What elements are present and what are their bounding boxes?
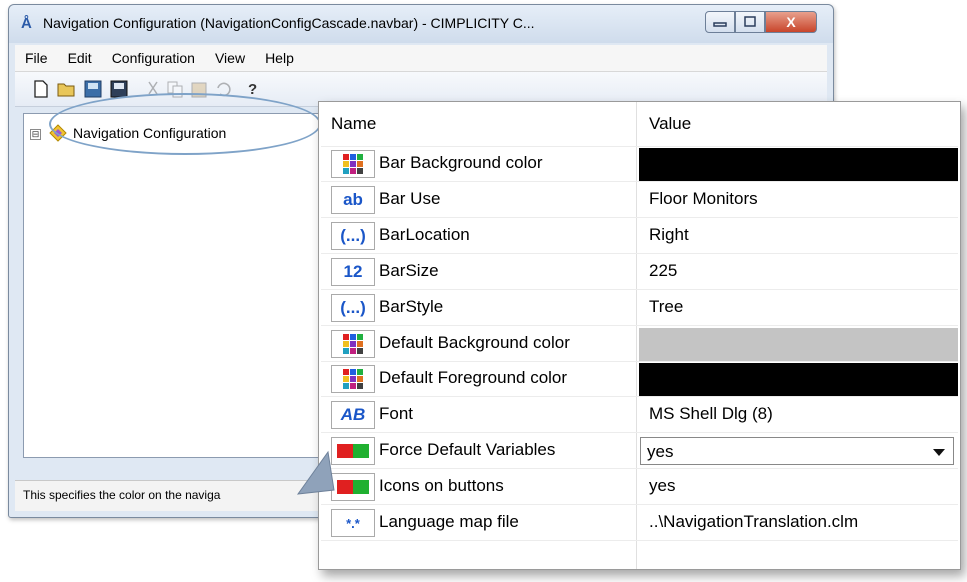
menu-view[interactable]: View: [205, 50, 255, 66]
navigation-tree[interactable]: ⊟ Navigation Configuration: [23, 113, 325, 458]
row-divider: [321, 252, 958, 254]
property-row[interactable]: Default Background color: [319, 327, 960, 362]
property-icon-text: AB: [340, 405, 366, 425]
open-icon[interactable]: [57, 79, 77, 99]
minimize-icon: [713, 22, 727, 27]
menu-bar: File Edit Configuration View Help: [15, 45, 827, 72]
property-value[interactable]: Tree: [649, 297, 683, 317]
property-icon-text: (...): [340, 297, 366, 317]
property-grid[interactable]: Name Value Bar Background color ab Bar Use…: [318, 101, 961, 570]
property-row[interactable]: AB Font MS Shell Dlg (8): [319, 398, 960, 434]
boolean-toggle-icon: [331, 437, 375, 466]
row-divider: [321, 540, 958, 541]
menu-configuration[interactable]: Configuration: [102, 50, 205, 66]
minimize-button[interactable]: [705, 11, 735, 33]
property-row[interactable]: *.* Language map file ..\NavigationTransla…: [319, 506, 960, 541]
property-value[interactable]: Right: [649, 225, 689, 245]
property-row[interactable]: Default Foreground color: [319, 362, 960, 398]
font-ab-icon: AB: [331, 401, 375, 430]
row-divider: [321, 396, 958, 398]
menu-help[interactable]: Help: [255, 50, 304, 66]
dropdown-value: yes: [647, 442, 674, 462]
enum-ellipsis-icon: (...): [331, 221, 375, 250]
row-divider: [321, 324, 958, 326]
row-divider: [321, 504, 958, 506]
text-ab-icon: ab: [331, 185, 375, 214]
number-12-icon: 12: [331, 257, 375, 286]
app-icon: Å: [21, 15, 32, 32]
property-name: Font: [379, 404, 414, 424]
property-icon-text: 12: [343, 261, 363, 281]
property-value[interactable]: yes: [649, 476, 675, 496]
maximize-icon: [744, 16, 756, 27]
color-swatch[interactable]: [639, 363, 958, 397]
property-name: BarLocation: [379, 224, 470, 244]
property-name: Default Background color: [379, 332, 570, 352]
row-divider: [321, 216, 958, 218]
property-row[interactable]: (...) BarStyle Tree: [319, 291, 960, 326]
menu-edit[interactable]: Edit: [58, 50, 102, 66]
row-divider: [321, 181, 958, 182]
color-grid-icon: [331, 150, 375, 178]
window-controls: X: [705, 11, 817, 33]
property-name: Language map file: [379, 512, 519, 531]
property-value[interactable]: MS Shell Dlg (8): [649, 404, 773, 424]
property-row[interactable]: 12 BarSize 225: [319, 255, 960, 290]
property-name: BarStyle: [379, 296, 444, 316]
property-icon-text: *.*: [346, 515, 360, 531]
column-header-name[interactable]: Name: [319, 102, 637, 146]
row-divider: [321, 360, 958, 362]
enum-ellipsis-icon: (...): [331, 293, 375, 322]
property-name: BarSize: [379, 260, 439, 280]
property-name: Icons on buttons: [379, 476, 504, 496]
chevron-down-icon[interactable]: [933, 449, 945, 457]
property-value[interactable]: Floor Monitors: [649, 189, 758, 209]
save-as-icon[interactable]: [83, 79, 103, 99]
row-divider: [321, 288, 958, 290]
property-row[interactable]: Force Default Variables yes: [319, 434, 960, 470]
boolean-toggle-icon: [331, 473, 375, 502]
property-name: Force Default Variables: [379, 440, 556, 460]
row-divider: [321, 468, 958, 470]
column-header-value[interactable]: Value: [637, 102, 957, 146]
menu-file[interactable]: File: [15, 50, 58, 66]
property-row[interactable]: (...) BarLocation Right: [319, 219, 960, 254]
svg-text:?: ?: [248, 81, 257, 98]
value-dropdown[interactable]: yes: [640, 437, 954, 466]
color-grid-icon: [331, 365, 375, 394]
highlight-ellipse: [49, 93, 321, 155]
color-grid-icon: [331, 329, 375, 358]
property-name: Default Foreground color: [379, 368, 568, 388]
title-bar[interactable]: Å Navigation Configuration (NavigationCo…: [9, 5, 833, 43]
collapse-icon[interactable]: ⊟: [30, 129, 41, 140]
file-wildcard-icon: *.*: [331, 509, 375, 537]
property-row[interactable]: Icons on buttons yes: [319, 470, 960, 506]
close-button[interactable]: X: [765, 11, 817, 33]
property-icon-text: ab: [343, 189, 363, 209]
color-swatch[interactable]: [639, 327, 958, 361]
callout-pointer: [296, 450, 335, 495]
new-icon[interactable]: [31, 79, 51, 99]
color-swatch[interactable]: [639, 148, 958, 181]
property-row[interactable]: ab Bar Use Floor Monitors: [319, 183, 960, 218]
property-name: Bar Background color: [379, 153, 543, 172]
property-name: Bar Use: [379, 188, 441, 208]
close-icon: X: [786, 14, 796, 30]
row-divider: [321, 432, 958, 434]
maximize-button[interactable]: [735, 11, 765, 33]
status-text: This specifies the color on the naviga: [23, 488, 221, 502]
property-icon-text: (...): [340, 225, 366, 245]
property-row[interactable]: Bar Background color: [319, 147, 960, 182]
window-title: Navigation Configuration (NavigationConf…: [43, 15, 535, 31]
property-value[interactable]: 225: [649, 261, 677, 281]
property-value[interactable]: ..\NavigationTranslation.clm: [649, 512, 858, 532]
